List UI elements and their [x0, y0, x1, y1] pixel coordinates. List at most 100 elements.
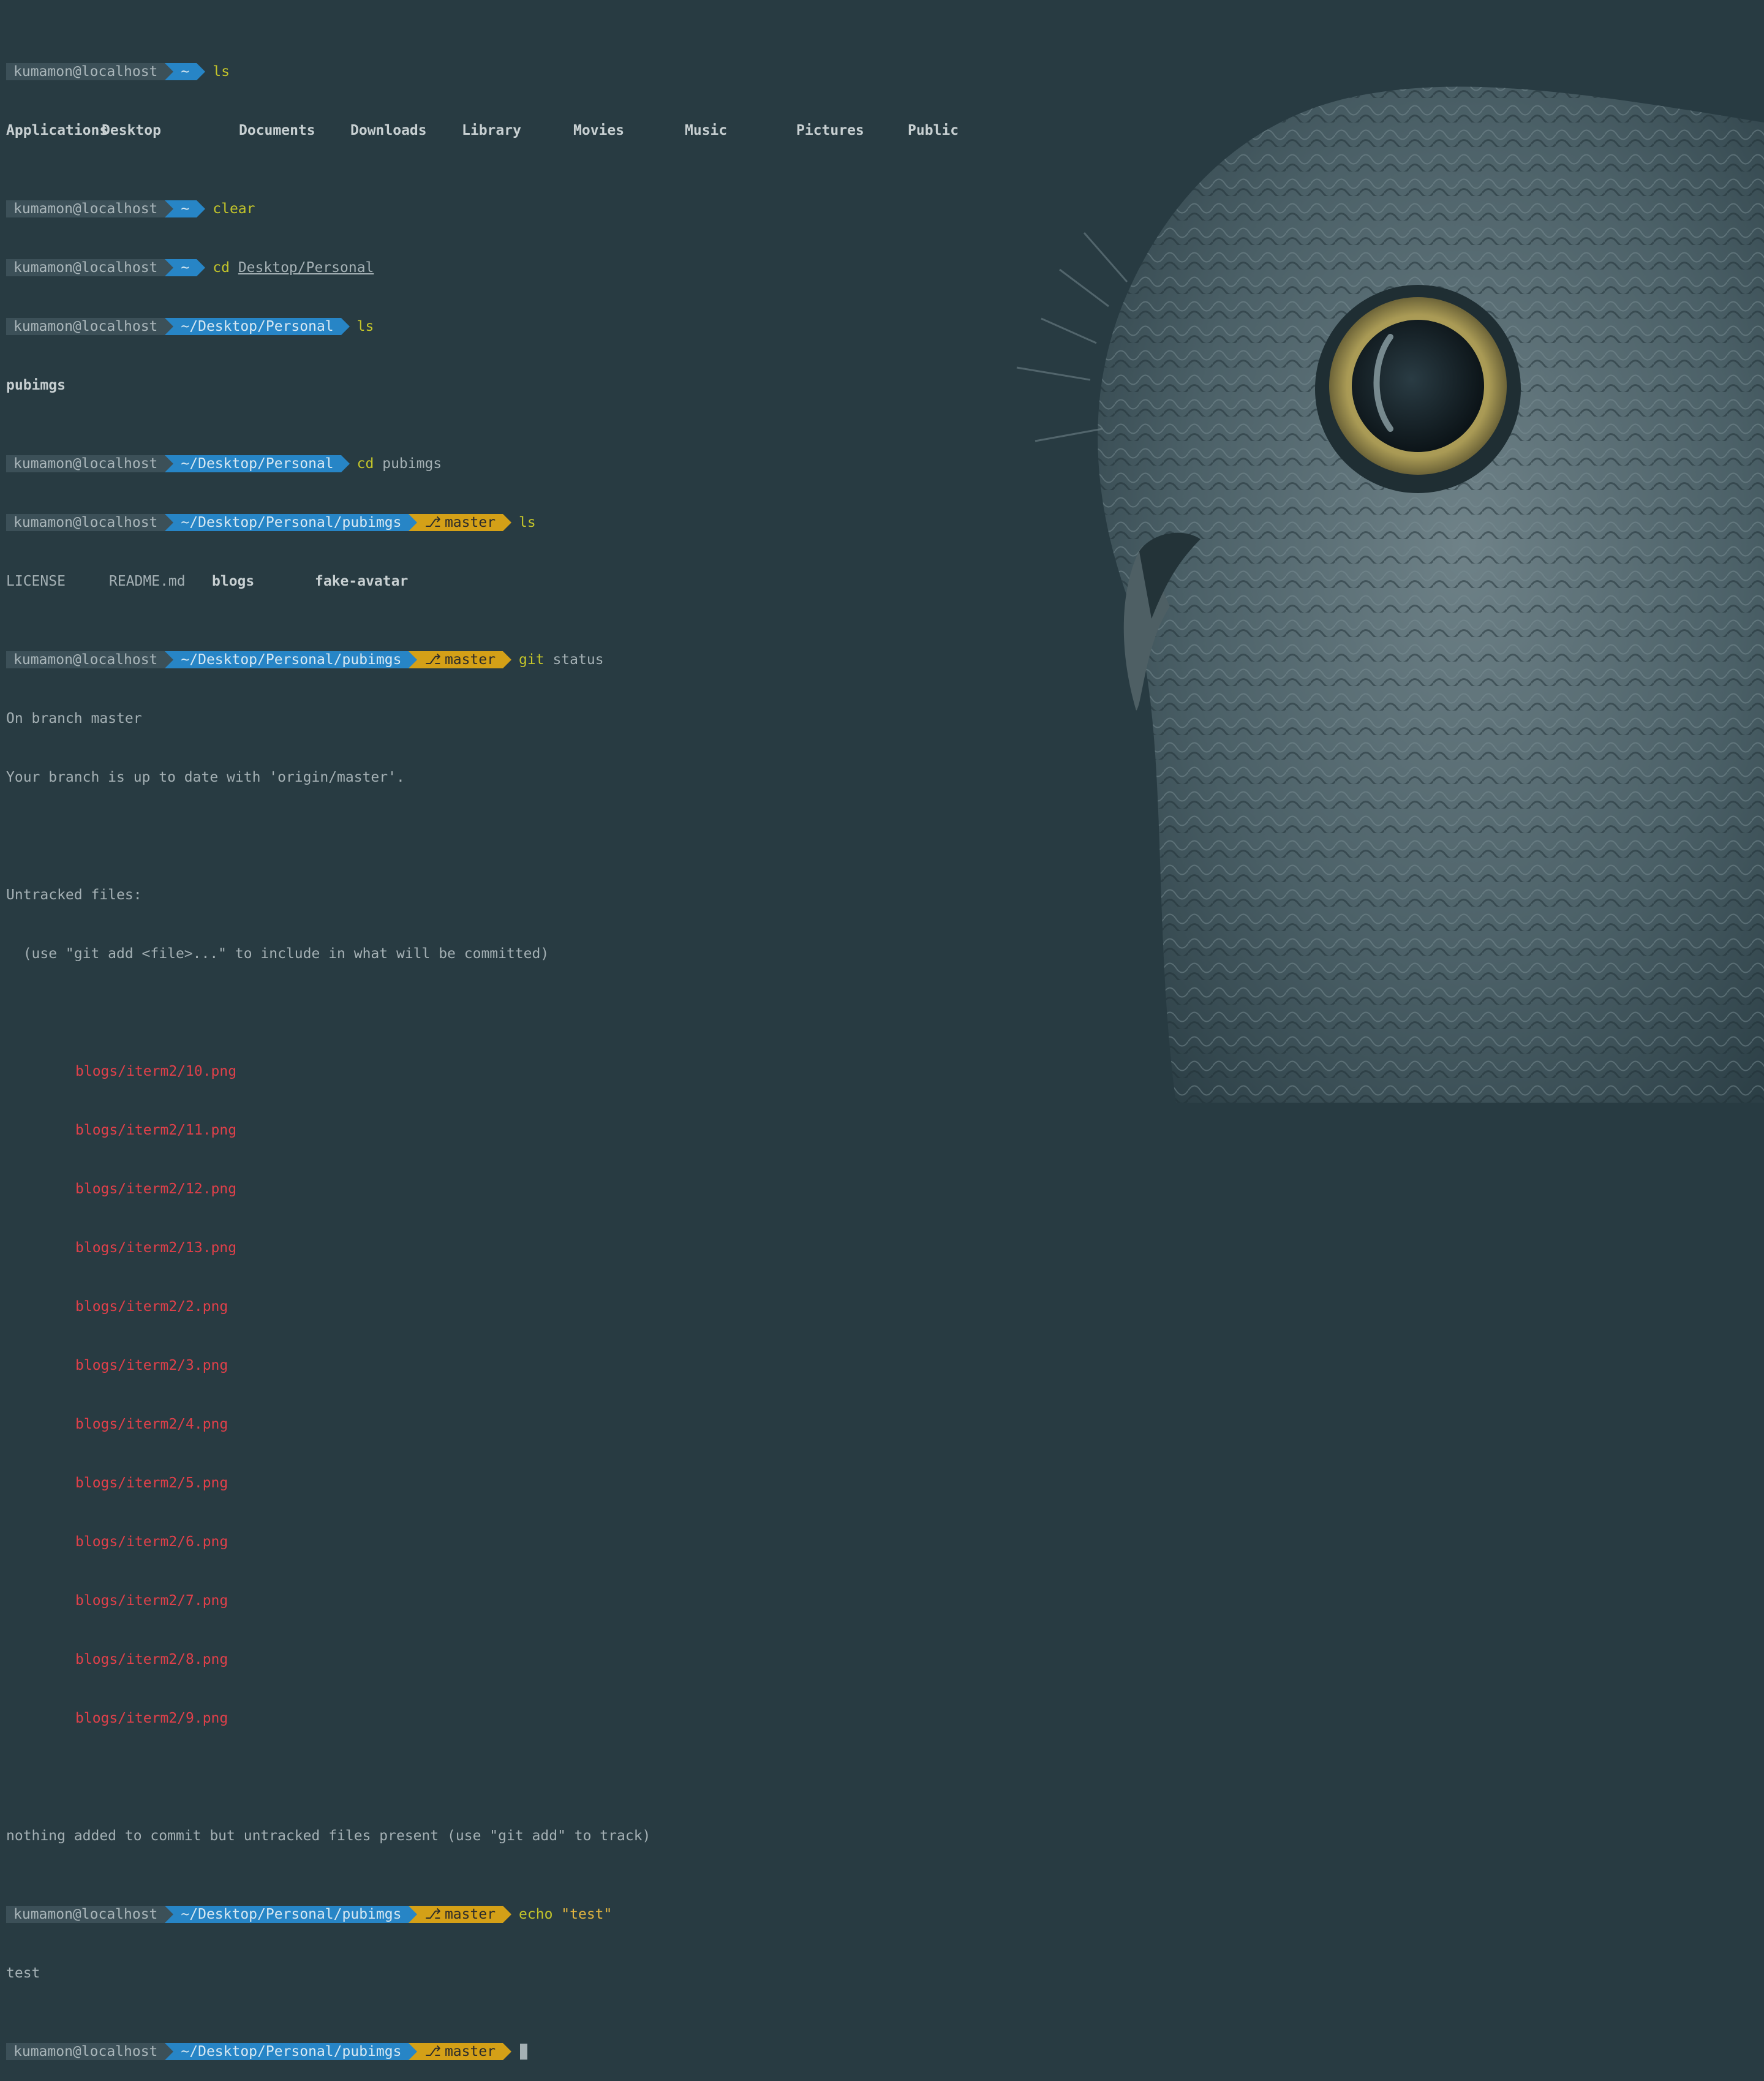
- prompt-separator: [165, 63, 174, 80]
- ls-entry: README.md: [109, 573, 186, 589]
- command-text: ls: [213, 64, 230, 80]
- git-branch-segment: ⎇ master: [417, 2043, 503, 2060]
- command-text: clear: [213, 201, 255, 217]
- prompt-line: kumamon@localhost ~/Desktop/Personal ls: [6, 317, 959, 336]
- prompt-line: kumamon@localhost ~/Desktop/Personal cd p…: [6, 454, 959, 474]
- prompt-line: kumamon@localhost ~/Desktop/Personal/pubi…: [6, 513, 959, 532]
- untracked-file: blogs/iterm2/3.png: [75, 1358, 228, 1373]
- ls-entry: blogs: [212, 573, 255, 589]
- prompt-directory: ~: [173, 200, 197, 217]
- ls-entry: Downloads: [350, 123, 427, 138]
- ls-entry: fake-avatar: [315, 573, 409, 589]
- git-branch-icon: ⎇: [424, 2044, 441, 2060]
- untracked-file: blogs/iterm2/11.png: [75, 1122, 237, 1138]
- prompt-separator: [341, 455, 350, 472]
- git-branch-icon: ⎇: [424, 1906, 441, 1922]
- command-text: ls: [356, 319, 374, 334]
- prompt-separator: [165, 651, 174, 668]
- untracked-file: blogs/iterm2/13.png: [75, 1240, 237, 1256]
- prompt-context: kumamon@localhost: [6, 2043, 165, 2060]
- prompt-directory: ~/Desktop/Personal: [173, 455, 341, 472]
- git-branch-segment: ⎇ master: [417, 651, 503, 668]
- text-cursor[interactable]: [520, 2044, 528, 2060]
- prompt-separator: [165, 318, 174, 335]
- untracked-file: blogs/iterm2/12.png: [75, 1181, 237, 1197]
- ls-entry: Applications: [6, 123, 108, 138]
- prompt-separator: [197, 200, 206, 217]
- prompt-directory: ~/Desktop/Personal/pubimgs: [173, 2043, 409, 2060]
- ls-output-home: Applications Desktop Documents Downloads Lib…: [6, 121, 959, 140]
- prompt-separator: [503, 514, 512, 531]
- untracked-file: blogs/iterm2/9.png: [75, 1710, 228, 1726]
- git-branch-icon: ⎇: [424, 515, 441, 531]
- git-branch-icon: ⎇: [424, 652, 441, 668]
- prompt-separator: [165, 1906, 174, 1923]
- prompt-context: kumamon@localhost: [6, 259, 165, 276]
- untracked-file: blogs/iterm2/2.png: [75, 1299, 228, 1315]
- prompt-context: kumamon@localhost: [6, 514, 165, 531]
- prompt-separator: [503, 1906, 512, 1923]
- prompt-line: kumamon@localhost ~ ls: [6, 62, 959, 81]
- prompt-separator: [409, 1906, 418, 1923]
- git-status-branch: On branch master: [6, 711, 142, 727]
- prompt-context: kumamon@localhost: [6, 200, 165, 217]
- owl-wallpaper-image: [1016, 86, 1764, 1103]
- git-branch-segment: ⎇ master: [417, 514, 503, 531]
- echo-output: test: [6, 1965, 40, 1981]
- ls-output-pubimgs: LICENSE README.md blogs fake-avatar: [6, 572, 959, 591]
- prompt-context: kumamon@localhost: [6, 63, 165, 80]
- git-untracked-hint: (use "git add <file>..." to include in w…: [6, 946, 549, 962]
- prompt-separator: [341, 318, 350, 335]
- prompt-separator: [165, 455, 174, 472]
- prompt-directory: ~/Desktop/Personal/pubimgs: [173, 514, 409, 531]
- prompt-line: kumamon@localhost ~ cd Desktop/Personal: [6, 258, 959, 278]
- terminal-window[interactable]: kumamon@localhost ~ ls Applications Deskto…: [6, 3, 959, 2081]
- prompt-directory: ~/Desktop/Personal/pubimgs: [173, 1906, 409, 1923]
- git-status-summary: nothing added to commit but untracked fi…: [6, 1828, 651, 1844]
- command-text: cd Desktop/Personal: [213, 260, 374, 276]
- untracked-file: blogs/iterm2/5.png: [75, 1475, 228, 1491]
- prompt-context: kumamon@localhost: [6, 318, 165, 335]
- prompt-directory: ~: [173, 63, 197, 80]
- untracked-file: blogs/iterm2/4.png: [75, 1416, 228, 1432]
- prompt-directory: ~/Desktop/Personal: [173, 318, 341, 335]
- untracked-file: blogs/iterm2/8.png: [75, 1652, 228, 1667]
- prompt-separator: [197, 63, 206, 80]
- ls-entry: Desktop: [102, 123, 161, 138]
- ls-entry: pubimgs: [6, 377, 66, 393]
- prompt-separator: [165, 259, 174, 276]
- prompt-separator: [165, 514, 174, 531]
- git-status-uptodate: Your branch is up to date with 'origin/m…: [6, 769, 405, 785]
- prompt-context: kumamon@localhost: [6, 1906, 165, 1923]
- prompt-separator: [409, 651, 418, 668]
- ls-entry: Pictures: [796, 123, 864, 138]
- untracked-file: blogs/iterm2/7.png: [75, 1593, 228, 1609]
- command-text: echo "test": [519, 1906, 612, 1922]
- command-text: ls: [519, 515, 536, 531]
- prompt-context: kumamon@localhost: [6, 651, 165, 668]
- prompt-separator: [409, 514, 418, 531]
- prompt-line: kumamon@localhost ~ clear: [6, 199, 959, 219]
- prompt-separator: [165, 2043, 174, 2060]
- untracked-file: blogs/iterm2/6.png: [75, 1534, 228, 1550]
- prompt-context: kumamon@localhost: [6, 455, 165, 472]
- ls-output-personal: pubimgs: [6, 376, 959, 395]
- ls-entry: Music: [685, 123, 728, 138]
- git-untracked-header: Untracked files:: [6, 887, 142, 903]
- prompt-separator: [503, 2043, 512, 2060]
- prompt-separator: [165, 200, 174, 217]
- ls-entry: Movies: [573, 123, 625, 138]
- command-text: cd pubimgs: [356, 456, 442, 472]
- prompt-line: kumamon@localhost ~/Desktop/Personal/pubi…: [6, 650, 959, 670]
- prompt-separator: [409, 2043, 418, 2060]
- prompt-directory: ~/Desktop/Personal/pubimgs: [173, 651, 409, 668]
- ls-entry: Public: [908, 123, 959, 138]
- ls-entry: Library: [462, 123, 521, 138]
- git-branch-segment: ⎇ master: [417, 1906, 503, 1923]
- ls-entry: LICENSE: [6, 573, 66, 589]
- untracked-file: blogs/iterm2/10.png: [75, 1063, 237, 1079]
- prompt-separator: [503, 651, 512, 668]
- active-prompt-line[interactable]: kumamon@localhost ~/Desktop/Personal/pubi…: [6, 2042, 959, 2061]
